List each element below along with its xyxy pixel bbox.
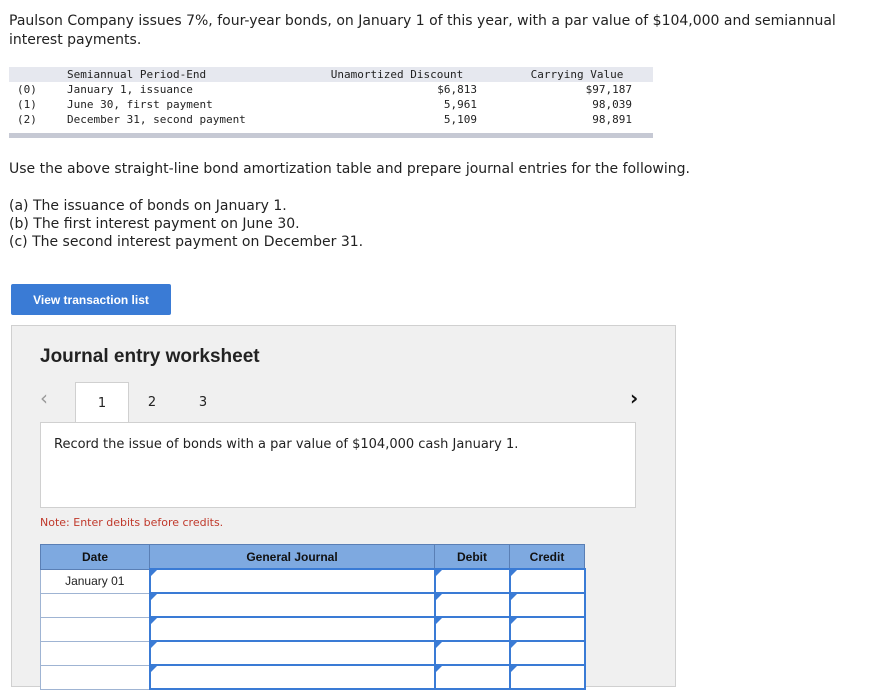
row-discount: $6,813 bbox=[437, 83, 477, 96]
date-cell bbox=[40, 616, 150, 642]
tab-3[interactable]: 3 bbox=[188, 382, 218, 422]
requirement-item: (a) The issuance of bonds on January 1. bbox=[9, 198, 287, 214]
row-carrying: 98,891 bbox=[592, 113, 632, 126]
credit-input[interactable] bbox=[508, 568, 586, 594]
general-journal-input[interactable] bbox=[148, 640, 436, 666]
tab-2[interactable]: 2 bbox=[137, 382, 167, 422]
tab-1[interactable]: 1 bbox=[75, 382, 129, 423]
credit-input[interactable] bbox=[508, 640, 586, 666]
row-index: (2) bbox=[17, 113, 37, 126]
journal-entry-worksheet: Journal entry worksheet ‹ 1 2 3 › Record… bbox=[11, 325, 676, 690]
date-cell bbox=[40, 592, 150, 618]
row-period: June 30, first payment bbox=[67, 98, 213, 111]
problem-text: Paulson Company issues 7%, four-year bon… bbox=[9, 13, 836, 48]
requirement-item: (b) The first interest payment on June 3… bbox=[9, 216, 300, 232]
row-index: (0) bbox=[17, 83, 37, 96]
requirement-item: (c) The second interest payment on Decem… bbox=[9, 234, 364, 250]
chevron-left-icon[interactable]: ‹ bbox=[40, 386, 48, 410]
header-carrying: Carrying Value bbox=[530, 68, 624, 81]
record-instruction-box: Record the issue of bonds with a par val… bbox=[40, 422, 636, 508]
credit-input[interactable] bbox=[508, 592, 586, 618]
debit-input[interactable] bbox=[433, 592, 511, 618]
row-carrying: $97,187 bbox=[585, 83, 632, 96]
credit-input[interactable] bbox=[508, 664, 586, 690]
date-cell bbox=[40, 640, 150, 666]
header-debit: Debit bbox=[434, 544, 510, 570]
date-cell: January 01 bbox=[40, 568, 150, 594]
table-row: January 01 bbox=[40, 568, 586, 594]
amortization-table: Semiannual Period-End Unamortized Discou… bbox=[9, 67, 653, 139]
header-credit: Credit bbox=[509, 544, 585, 570]
row-discount: 5,109 bbox=[443, 113, 477, 126]
general-journal-input[interactable] bbox=[148, 616, 436, 642]
row-period: January 1, issuance bbox=[67, 83, 193, 96]
table-bottom-band bbox=[9, 133, 653, 138]
instruction-text: Use the above straight-line bond amortiz… bbox=[9, 161, 690, 177]
row-index: (1) bbox=[17, 98, 37, 111]
debit-input[interactable] bbox=[433, 664, 511, 690]
table-row bbox=[40, 664, 586, 690]
journal-table: Date General Journal Debit Credit Januar… bbox=[40, 544, 586, 690]
view-transaction-list-button[interactable]: View transaction list bbox=[11, 284, 171, 315]
header-date: Date bbox=[40, 544, 150, 570]
credit-input[interactable] bbox=[508, 616, 586, 642]
date-cell bbox=[40, 664, 150, 690]
table-row bbox=[40, 616, 586, 642]
row-carrying: 98,039 bbox=[592, 98, 632, 111]
chevron-right-icon[interactable]: › bbox=[630, 386, 638, 410]
row-period: December 31, second payment bbox=[67, 113, 246, 126]
general-journal-input[interactable] bbox=[148, 592, 436, 618]
row-discount: 5,961 bbox=[443, 98, 477, 111]
debit-input[interactable] bbox=[433, 640, 511, 666]
general-journal-input[interactable] bbox=[148, 568, 436, 594]
table-row bbox=[40, 640, 586, 666]
requirements-list: (a) The issuance of bonds on January 1. … bbox=[9, 197, 363, 251]
debit-input[interactable] bbox=[433, 616, 511, 642]
worksheet-title: Journal entry worksheet bbox=[40, 346, 260, 367]
record-instruction-text: Record the issue of bonds with a par val… bbox=[54, 437, 519, 452]
debit-input[interactable] bbox=[433, 568, 511, 594]
header-discount: Unamortized Discount bbox=[330, 68, 464, 81]
table-row bbox=[40, 592, 586, 618]
general-journal-input[interactable] bbox=[148, 664, 436, 690]
debits-note: Note: Enter debits before credits. bbox=[40, 516, 224, 529]
header-period: Semiannual Period-End bbox=[67, 68, 207, 81]
header-general-journal: General Journal bbox=[149, 544, 435, 570]
